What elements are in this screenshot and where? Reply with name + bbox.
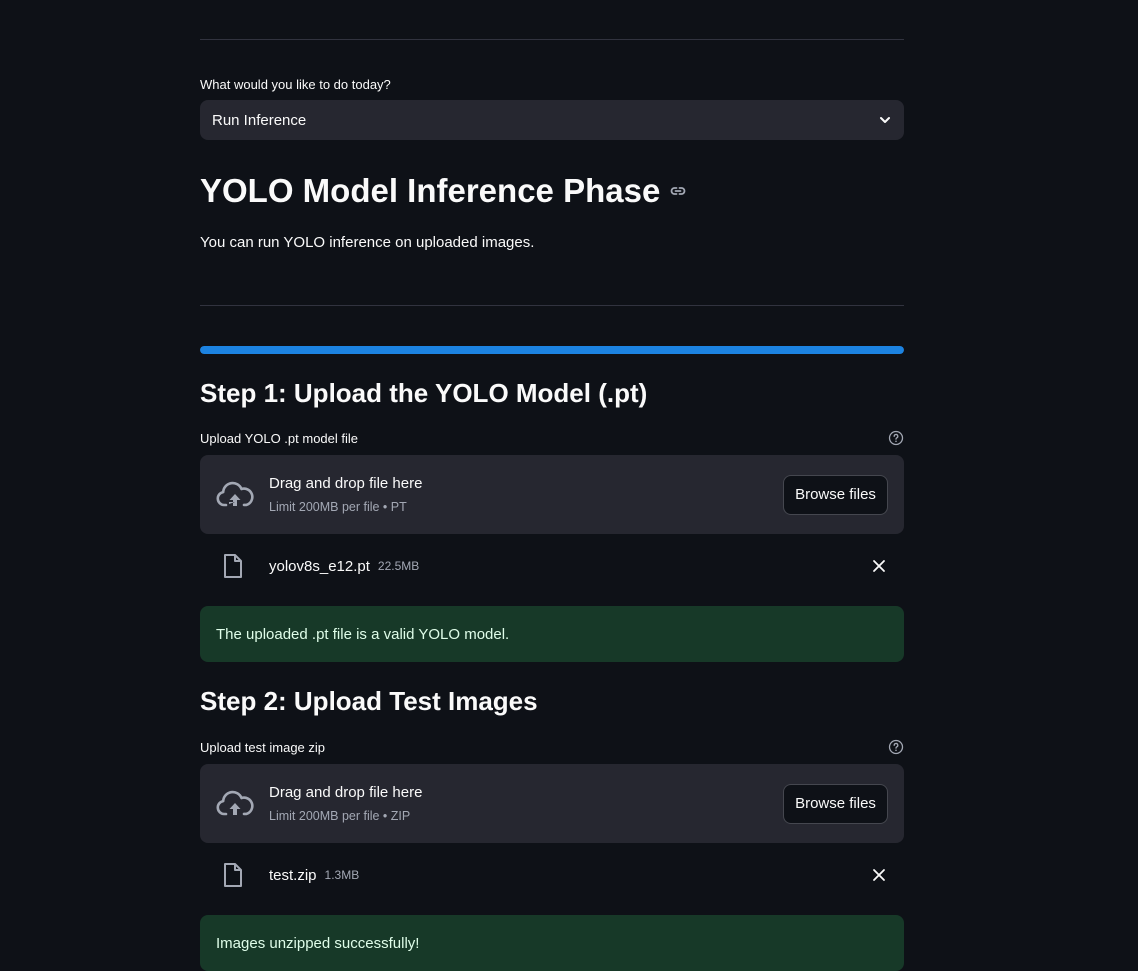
dropzone-instructions: Drag and drop file here: [269, 475, 423, 492]
link-icon[interactable]: [668, 181, 688, 201]
chevron-down-icon: [878, 113, 892, 127]
progress-fill: [200, 346, 904, 354]
step2-upload-label: Upload test image zip: [200, 739, 326, 755]
cloud-upload-icon: [216, 476, 254, 514]
file-size: 1.3MB: [324, 868, 360, 882]
file-icon: [222, 553, 244, 579]
file-size: 22.5MB: [377, 559, 420, 573]
step2-browse-files-button[interactable]: Browse files: [783, 783, 888, 824]
question-circle-icon[interactable]: [888, 430, 904, 446]
step1-success-alert: The uploaded .pt file is a valid YOLO mo…: [200, 606, 904, 662]
close-icon[interactable]: [872, 559, 886, 573]
step1-upload-label: Upload YOLO .pt model file: [200, 430, 359, 446]
section-divider: [200, 305, 904, 306]
step1-browse-files-button[interactable]: Browse files: [783, 474, 888, 515]
step2-upload-label-row: Upload test image zip: [200, 739, 904, 755]
step1-uploaded-file: yolov8s_e12.pt 22.5MB: [200, 546, 904, 586]
step2-uploaded-file: test.zip 1.3MB: [200, 855, 904, 895]
page-subtitle: You can run YOLO inference on uploaded i…: [200, 234, 535, 251]
step1-dropzone[interactable]: Drag and drop file here Limit 200MB per …: [200, 455, 904, 534]
step1-upload-label-row: Upload YOLO .pt model file: [200, 430, 904, 446]
dropzone-limit: Limit 200MB per file • ZIP: [269, 809, 411, 823]
cloud-upload-icon: [216, 785, 254, 823]
step1-title: Step 1: Upload the YOLO Model (.pt): [200, 378, 648, 408]
question-circle-icon[interactable]: [888, 739, 904, 755]
select-label: What would you like to do today?: [200, 77, 391, 92]
dropzone-instructions: Drag and drop file here: [269, 784, 423, 801]
step2-dropzone[interactable]: Drag and drop file here Limit 200MB per …: [200, 764, 904, 843]
page-title: YOLO Model Inference Phase: [200, 172, 688, 210]
close-icon[interactable]: [872, 868, 886, 882]
file-name: yolov8s_e12.pt: [269, 557, 370, 575]
progress-bar: [200, 346, 904, 354]
top-divider: [200, 39, 904, 40]
step1-dropzone-text: Drag and drop file here Limit 200MB per …: [269, 475, 783, 514]
file-icon: [222, 862, 244, 888]
select-value: Run Inference: [212, 111, 307, 129]
file-name: test.zip: [269, 866, 317, 884]
action-select[interactable]: Run Inference: [200, 100, 904, 140]
step2-title: Step 2: Upload Test Images: [200, 686, 538, 716]
step2-dropzone-text: Drag and drop file here Limit 200MB per …: [269, 784, 783, 823]
page-title-text: YOLO Model Inference Phase: [200, 172, 661, 209]
step2-success-alert: Images unzipped successfully!: [200, 915, 904, 971]
dropzone-limit: Limit 200MB per file • PT: [269, 500, 407, 514]
